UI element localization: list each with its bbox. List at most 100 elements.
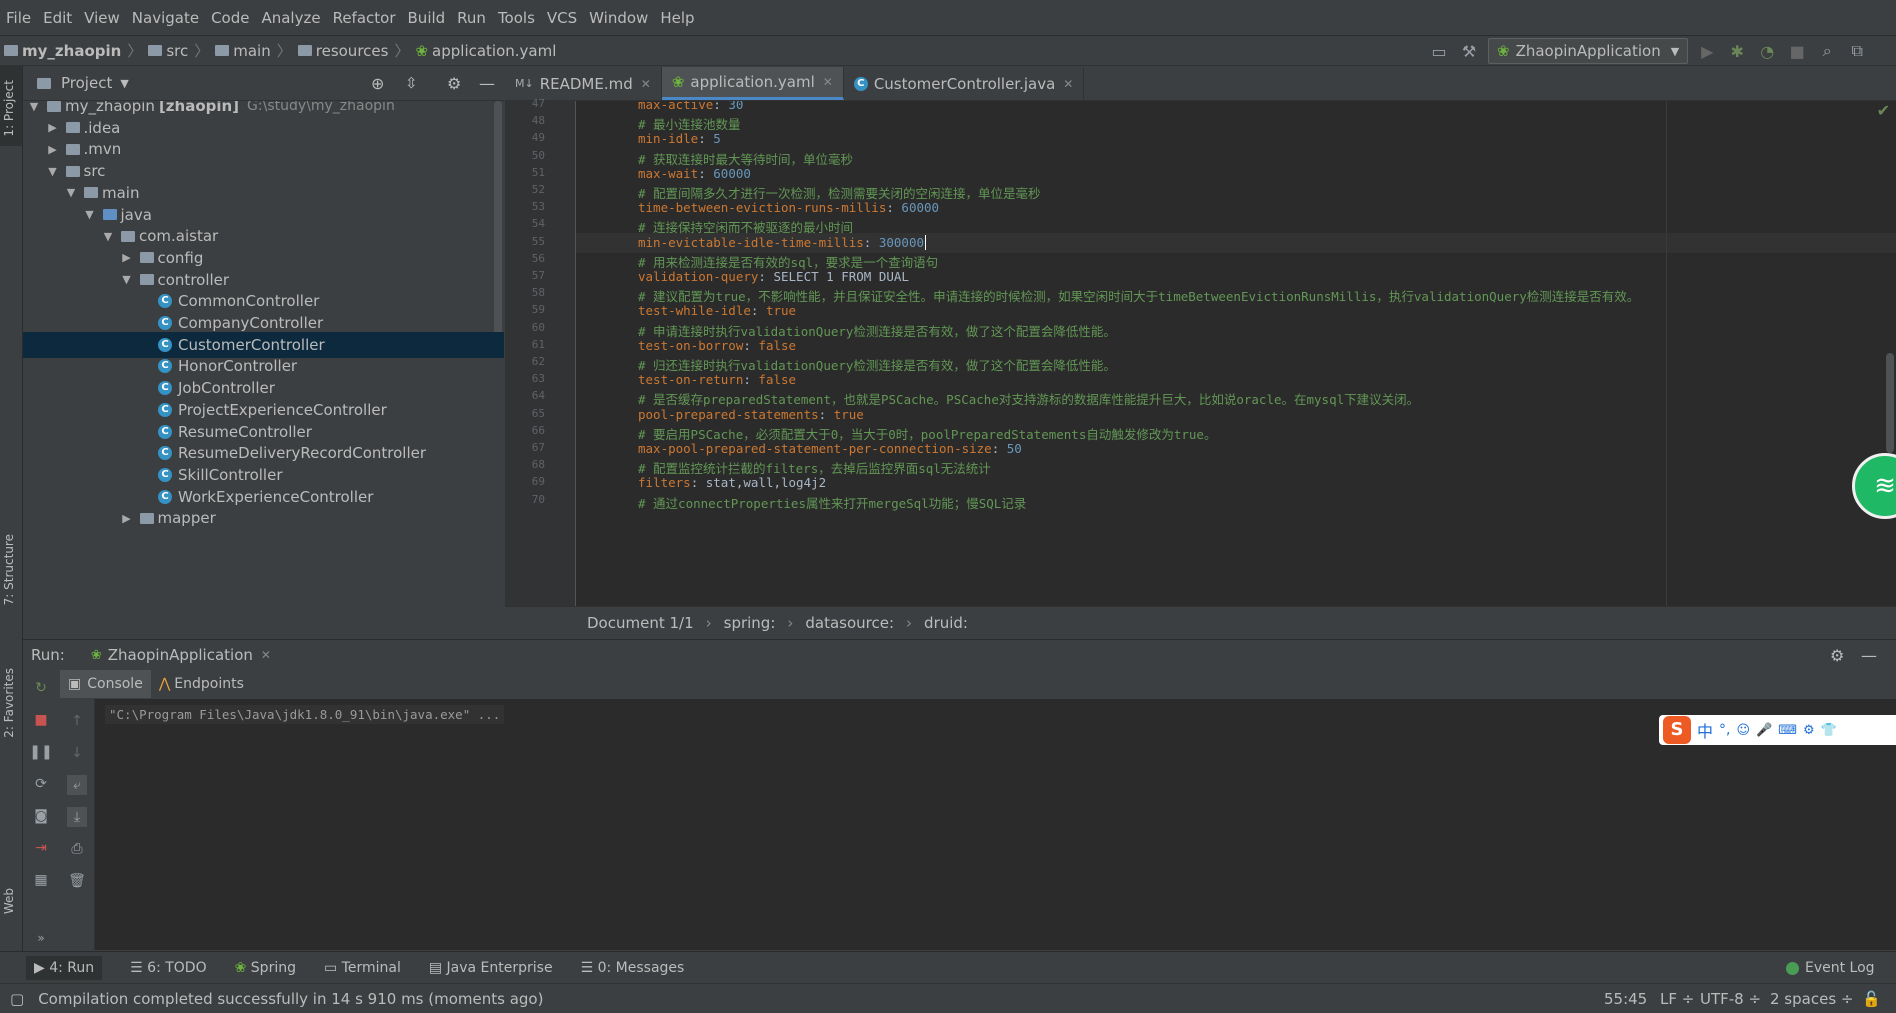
soft-wrap-icon[interactable]: ⤶ xyxy=(67,775,87,795)
chevron-down-icon[interactable]: ▼ xyxy=(83,208,97,221)
camera-icon[interactable]: ◙ xyxy=(31,806,51,826)
chevron-down-icon[interactable]: ▼ xyxy=(27,101,41,113)
editor-breadcrumb-item[interactable]: datasource: xyxy=(805,614,894,632)
menu-item-refactor[interactable]: Refactor xyxy=(327,9,402,27)
breadcrumb-item[interactable]: my_zhaopin xyxy=(22,42,121,60)
arrow-down-icon[interactable]: ↓ xyxy=(67,743,87,763)
editor-breadcrumb-item[interactable]: Document 1/1 xyxy=(587,614,694,632)
trash-icon[interactable]: 🗑 xyxy=(67,871,87,891)
search-icon[interactable]: ⌕ xyxy=(1816,40,1838,62)
build-hammer-icon[interactable]: ⚒ xyxy=(1458,40,1480,62)
restart-icon[interactable]: ⟳ xyxy=(31,774,51,794)
menu-item-run[interactable]: Run xyxy=(451,9,492,27)
run-configuration-select[interactable]: ❀ ZhaopinApplication ▼ xyxy=(1488,38,1689,64)
editor-breadcrumb-item[interactable]: druid: xyxy=(924,614,968,632)
line-separator[interactable]: LF ÷ xyxy=(1660,990,1694,1008)
menu-item-tools[interactable]: Tools xyxy=(492,9,541,27)
menu-item-edit[interactable]: Edit xyxy=(37,9,78,27)
tab-customercontroller-java[interactable]: C CustomerController.java ✕ xyxy=(844,67,1085,100)
gear-icon[interactable]: ⚙ xyxy=(1830,646,1844,665)
pause-icon[interactable]: ❚❚ xyxy=(29,742,52,762)
rerun-icon[interactable]: ↻ xyxy=(31,678,51,698)
indent-setting[interactable]: 2 spaces ÷ xyxy=(1770,990,1853,1008)
keyboard-icon[interactable]: ⌨ xyxy=(1778,723,1797,738)
menu-item-view[interactable]: View xyxy=(78,9,126,27)
breadcrumb-item[interactable]: main xyxy=(233,42,270,60)
coverage-icon[interactable]: ◔ xyxy=(1756,40,1778,62)
collapse-all-icon[interactable]: ⇳ xyxy=(405,74,418,92)
tab-endpoints[interactable]: ⋀ Endpoints xyxy=(151,670,252,698)
file-encoding[interactable]: UTF-8 ÷ xyxy=(1700,990,1761,1008)
gear-icon[interactable]: ⚙ xyxy=(447,74,461,93)
menu-item-code[interactable]: Code xyxy=(205,9,255,27)
microphone-icon[interactable]: 🎤 xyxy=(1756,723,1772,738)
tab-terminal[interactable]: ▭ Terminal xyxy=(324,960,401,976)
tab-run[interactable]: ▶ 4: Run xyxy=(26,956,103,980)
tab-java-enterprise[interactable]: ▤ Java Enterprise xyxy=(429,960,553,976)
menu-item-help[interactable]: Help xyxy=(654,9,700,27)
structure-tool-button[interactable]: 7: Structure xyxy=(2,534,16,605)
ime-punct[interactable]: °, xyxy=(1719,722,1730,738)
stop-icon[interactable]: ■ xyxy=(31,710,51,730)
print-icon[interactable]: ⎙ xyxy=(67,839,87,859)
menu-item-file[interactable]: File xyxy=(0,9,37,27)
tab-messages[interactable]: ☰ 0: Messages xyxy=(581,960,685,976)
editor-breadcrumb-item[interactable]: spring: xyxy=(724,614,776,632)
arrow-up-icon[interactable]: ↑ xyxy=(67,711,87,731)
ime-language[interactable]: 中 xyxy=(1697,718,1713,742)
stop-icon[interactable]: ■ xyxy=(1786,40,1808,62)
scroll-to-end-icon[interactable]: ⤓ xyxy=(67,807,87,827)
chevron-down-icon[interactable]: ▼ xyxy=(120,77,128,90)
chevron-right-icon[interactable]: ▶ xyxy=(46,121,60,134)
tab-readme-md[interactable]: M↓ README.md ✕ xyxy=(505,67,662,100)
chevron-down-icon[interactable]: ▼ xyxy=(64,186,78,199)
tab-console[interactable]: ▣ Console xyxy=(60,670,151,698)
layout-icon[interactable]: ▦ xyxy=(31,870,51,890)
menu-item-build[interactable]: Build xyxy=(402,9,452,27)
locate-icon[interactable]: ⊕ xyxy=(371,74,384,93)
close-icon[interactable]: ✕ xyxy=(1063,77,1073,91)
chevron-down-icon[interactable]: ▼ xyxy=(101,230,115,243)
event-log-button[interactable]: Event Log xyxy=(1786,960,1875,976)
debug-icon[interactable]: ✱ xyxy=(1726,40,1748,62)
run-tab-label[interactable]: ZhaopinApplication xyxy=(108,646,253,664)
web-tool-button[interactable]: Web xyxy=(2,888,16,914)
chevron-right-icon[interactable]: ▶ xyxy=(120,512,134,525)
caret-position[interactable]: 55:45 xyxy=(1604,990,1647,1008)
chevron-right-icon[interactable]: ▶ xyxy=(120,251,134,264)
breadcrumb-item[interactable]: application.yaml xyxy=(432,42,556,60)
editor-scrollbar[interactable] xyxy=(1886,353,1894,453)
more-icon[interactable]: ⧉ xyxy=(1846,40,1868,62)
close-icon[interactable]: ✕ xyxy=(823,75,833,89)
breadcrumb-item[interactable]: src xyxy=(166,42,188,60)
tree-item-folder[interactable]: ▶ mapper xyxy=(23,505,504,531)
tab-spring[interactable]: ❀ Spring xyxy=(235,960,296,976)
tab-application-yaml[interactable]: ❀ application.yaml ✕ xyxy=(661,67,844,100)
minimize-icon[interactable]: — xyxy=(479,74,495,93)
project-panel-title[interactable]: Project xyxy=(61,74,112,92)
lock-icon[interactable]: 🔓 xyxy=(1862,990,1881,1008)
code-editor[interactable]: ✔ ≋ max-active: 30 # 最小连接池数量 min-idle: 5 # … xyxy=(576,101,1896,606)
more-icon[interactable]: » xyxy=(31,928,51,948)
chevron-right-icon[interactable]: ▶ xyxy=(46,143,60,156)
run-icon[interactable]: ▶ xyxy=(1696,40,1718,62)
menu-item-window[interactable]: Window xyxy=(583,9,654,27)
emoji-icon[interactable]: ☺ xyxy=(1736,723,1750,738)
wifi-icon[interactable]: ≋ xyxy=(1852,453,1896,519)
menu-item-analyze[interactable]: Analyze xyxy=(255,9,326,27)
status-icon[interactable]: ▢ xyxy=(10,990,24,1008)
close-icon[interactable]: ✕ xyxy=(261,648,271,662)
tab-todo[interactable]: ☰ 6: TODO xyxy=(130,960,206,976)
close-icon[interactable]: ✕ xyxy=(641,77,651,91)
ime-toolbar[interactable]: S 中 °, ☺ 🎤 ⌨ ⚙ 👕 xyxy=(1659,715,1896,745)
project-structure-icon[interactable]: ▭ xyxy=(1428,40,1450,62)
project-tool-button[interactable]: 1: Project xyxy=(2,80,16,137)
minimize-icon[interactable]: — xyxy=(1861,646,1877,665)
chevron-down-icon[interactable]: ▼ xyxy=(120,273,134,286)
console-output[interactable]: "C:\Program Files\Java\jdk1.8.0_91\bin\j… xyxy=(95,699,1896,950)
skin-icon[interactable]: 👕 xyxy=(1821,723,1837,738)
favorites-tool-button[interactable]: 2: Favorites xyxy=(2,668,16,738)
chevron-down-icon[interactable]: ▼ xyxy=(46,165,60,178)
menu-item-navigate[interactable]: Navigate xyxy=(126,9,205,27)
tools-icon[interactable]: ⚙ xyxy=(1803,723,1815,738)
